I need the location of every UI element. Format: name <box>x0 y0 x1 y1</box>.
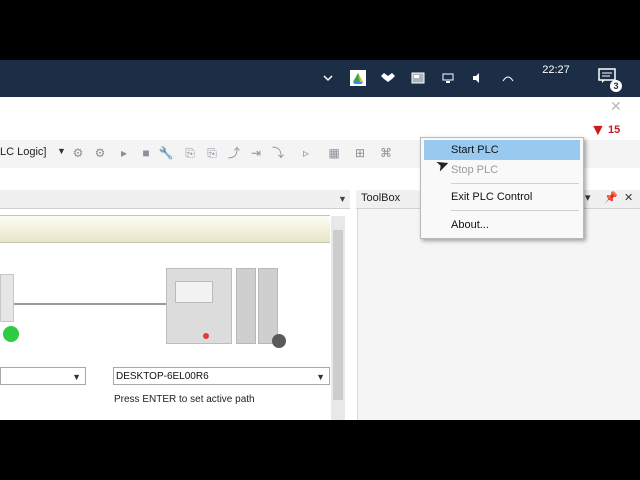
menu-item-label: About... <box>451 219 489 231</box>
plc-cpu-module <box>166 268 232 344</box>
network-icon[interactable] <box>440 70 456 86</box>
scrollbar-thumb[interactable] <box>333 230 343 400</box>
menu-item-start-plc[interactable]: Start PLC <box>424 140 580 160</box>
clock[interactable]: 22:27 <box>530 63 582 77</box>
menu-separator <box>451 183 579 184</box>
activate-config-icon[interactable]: ⚙ <box>70 145 86 161</box>
chevron-down-icon: ▼ <box>316 372 325 382</box>
login-icon[interactable]: ⎘ <box>182 145 198 161</box>
cart-icon[interactable]: ⊞ <box>352 145 368 161</box>
error-count: 15 <box>608 124 621 136</box>
logout-icon[interactable]: ⎘ <box>204 145 220 161</box>
step-into-icon[interactable]: ⤴ <box>226 145 242 161</box>
window-title-bar <box>0 97 640 119</box>
menu-item-label: Start PLC <box>451 144 499 156</box>
pin-icon[interactable]: 📌 <box>604 191 618 204</box>
source-select[interactable]: ▼ <box>0 367 86 385</box>
network-wire <box>0 303 170 305</box>
target-select[interactable]: DESKTOP-6EL00R6 ▼ <box>113 367 330 385</box>
dropbox-icon[interactable] <box>380 70 396 86</box>
plc-tray-icon[interactable] <box>410 70 426 86</box>
chevron-down-icon[interactable]: ▼ <box>338 194 347 204</box>
action-center-button[interactable]: 3 <box>598 68 622 92</box>
status-green-icon <box>3 326 19 342</box>
menu-separator <box>451 210 579 211</box>
menu-item-label: Stop PLC <box>451 164 499 176</box>
toolbox-body <box>357 209 640 420</box>
chevron-down-icon[interactable]: ▾ <box>585 191 591 204</box>
chevron-down-icon[interactable]: ▼ <box>57 146 66 156</box>
restart-config-icon[interactable]: ⚙ <box>92 145 108 161</box>
plc-io-module <box>236 268 256 344</box>
run-to-cursor-icon[interactable]: ▹ <box>298 145 314 161</box>
step-out-icon[interactable]: ⤵ <box>270 145 286 161</box>
plc-display <box>175 281 213 303</box>
status-gray-icon <box>272 334 286 348</box>
plc-context-menu: Start PLC Stop PLC Exit PLC Control Abou… <box>420 137 584 239</box>
error-filter-icon[interactable]: ▼ <box>590 122 606 140</box>
notification-count-badge: 3 <box>610 80 622 92</box>
menu-item-exit-plc-control[interactable]: Exit PLC Control <box>424 187 580 207</box>
toolbox-title: ToolBox <box>361 192 401 204</box>
tool-icon[interactable]: ⌘ <box>378 145 394 161</box>
close-icon[interactable]: ✕ <box>610 98 622 115</box>
plc-io-module <box>258 268 278 344</box>
remote-device-image <box>0 274 14 322</box>
screen: 22:27 3 ✕ ▼ 15 LC Logic] ▼ ⚙ ⚙ ▸ ■ 🔧 ⎘ ⎘… <box>0 60 640 420</box>
plc-led-icon <box>203 333 209 339</box>
target-select-value: DESKTOP-6EL00R6 <box>116 371 209 382</box>
google-drive-icon[interactable] <box>350 70 366 86</box>
image-icon[interactable]: ▦ <box>326 145 342 161</box>
document-tab-bar <box>0 190 350 209</box>
stop-icon[interactable]: ■ <box>138 145 154 161</box>
close-icon[interactable]: ✕ <box>624 191 633 204</box>
taskbar: 22:27 3 <box>0 60 640 97</box>
volume-icon[interactable] <box>470 70 486 86</box>
run-icon[interactable]: ▸ <box>116 145 132 161</box>
active-path-hint: Press ENTER to set active path <box>114 394 255 405</box>
wrench-icon[interactable]: 🔧 <box>158 145 174 161</box>
menu-item-about[interactable]: About... <box>424 215 580 235</box>
solution-config-combo[interactable]: LC Logic] <box>0 146 46 158</box>
chevron-up-icon[interactable] <box>320 70 336 86</box>
chevron-down-icon: ▼ <box>72 372 81 382</box>
language-icon[interactable] <box>500 70 516 86</box>
step-over-icon[interactable]: ⇥ <box>248 145 264 161</box>
menu-item-label: Exit PLC Control <box>451 191 533 203</box>
plc-device-image <box>166 268 278 344</box>
info-banner <box>0 215 330 243</box>
